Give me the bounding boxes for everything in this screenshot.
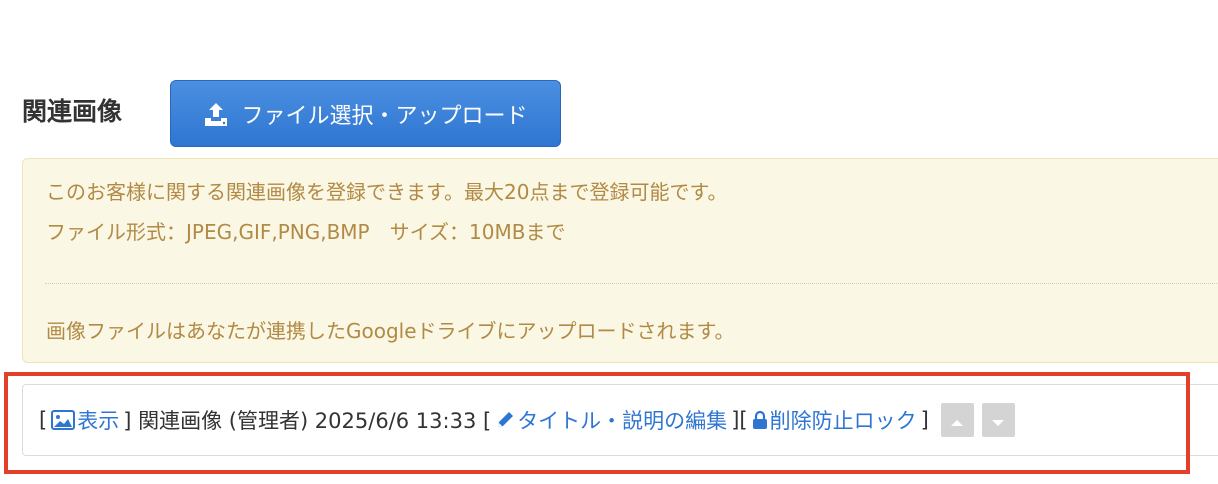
lock-link[interactable]: 削除防止ロック [752,405,917,435]
notice-box: このお客様に関する関連画像を登録できます。最大20点まで登録可能です。 ファイル… [22,158,1218,363]
bracket-close: ] [920,408,929,432]
upload-button[interactable]: ファイル選択・アップロード [170,80,561,147]
edit-link-label: タイトル・説明の編集 [517,409,728,433]
image-item-row: [ 表示 ] 関連画像 (管理者) 2025/6/6 13:33 [ タイトル・… [22,384,1218,456]
move-down-button[interactable] [981,403,1015,437]
move-up-button[interactable] [940,403,974,437]
upload-button-label: ファイル選択・アップロード [241,103,528,129]
bracket-open: [ [39,408,48,432]
view-link-label: 表示 [77,409,120,433]
notice-line-drive: 画像ファイルはあなたが連携したGoogleドライブにアップロードされます。 [46,319,735,343]
pencil-icon [495,410,515,430]
notice-line-limit: このお客様に関する関連画像を登録できます。最大20点まで登録可能です。 [46,180,728,204]
bracket-mid: ][ [731,408,748,432]
arrow-up-icon [950,408,964,432]
edit-link[interactable]: タイトル・説明の編集 [495,405,727,435]
upload-icon [203,101,229,127]
view-link[interactable]: 表示 [51,405,119,435]
image-icon [51,410,76,430]
lock-link-label: 削除防止ロック [769,409,917,433]
section-title: 関連画像 [22,97,123,126]
lock-icon [752,410,768,430]
arrow-down-icon [991,408,1005,432]
notice-line-format: ファイル形式：JPEG,GIF,PNG,BMP サイズ：10MBまで [46,220,566,244]
notice-divider [45,283,1218,284]
item-info: ] 関連画像 (管理者) 2025/6/6 13:33 [ [123,409,492,433]
